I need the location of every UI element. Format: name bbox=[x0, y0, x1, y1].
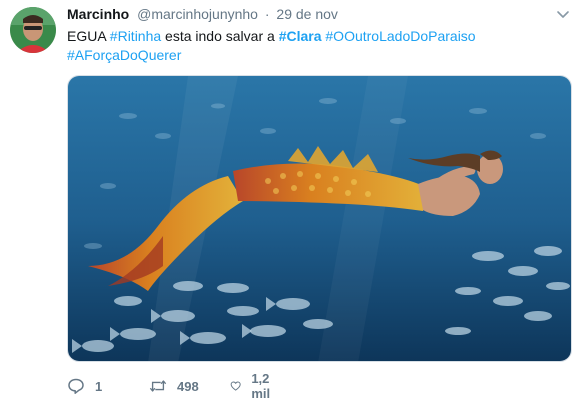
text-middle: esta indo salvar a bbox=[161, 28, 279, 44]
avatar-photo bbox=[10, 7, 56, 53]
display-name[interactable]: Marcinho bbox=[67, 6, 129, 22]
tweet-text: EGUA #Ritinha esta indo salvar a #Clara … bbox=[67, 27, 572, 65]
avatar[interactable] bbox=[10, 7, 56, 53]
tweet-header: Marcinho @marcinhojunynho · 29 de nov bbox=[67, 6, 338, 22]
retweet-action[interactable]: 498 bbox=[149, 376, 199, 396]
retweet-count: 498 bbox=[177, 378, 199, 394]
separator-dot: · bbox=[264, 6, 270, 22]
tweet-media[interactable] bbox=[67, 75, 572, 362]
reply-count: 1 bbox=[95, 378, 103, 394]
user-handle[interactable]: @marcinhojunynho bbox=[137, 6, 258, 22]
mermaid-underwater-photo bbox=[68, 76, 571, 361]
text-prefix: EGUA bbox=[67, 28, 110, 44]
chevron-down-icon[interactable] bbox=[555, 6, 571, 22]
hashtag-ooutroladodoparaiso[interactable]: #OOutroLadoDoParaiso bbox=[325, 28, 475, 44]
reply-icon[interactable] bbox=[67, 377, 85, 395]
like-action[interactable]: 1,2 mil bbox=[230, 371, 277, 401]
retweet-icon[interactable] bbox=[149, 377, 167, 395]
tweet-date[interactable]: 29 de nov bbox=[276, 6, 338, 22]
tweet-card[interactable]: Marcinho @marcinhojunynho · 29 de nov EG… bbox=[0, 0, 583, 402]
hashtag-ritinha[interactable]: #Ritinha bbox=[110, 28, 161, 44]
hashtag-aforcadoquerer[interactable]: #AForçaDoQuerer bbox=[67, 47, 181, 63]
like-count: 1,2 mil bbox=[251, 371, 271, 401]
like-icon[interactable] bbox=[230, 377, 241, 395]
hashtag-clara[interactable]: #Clara bbox=[279, 28, 322, 44]
reply-action[interactable]: 1 bbox=[67, 376, 102, 396]
